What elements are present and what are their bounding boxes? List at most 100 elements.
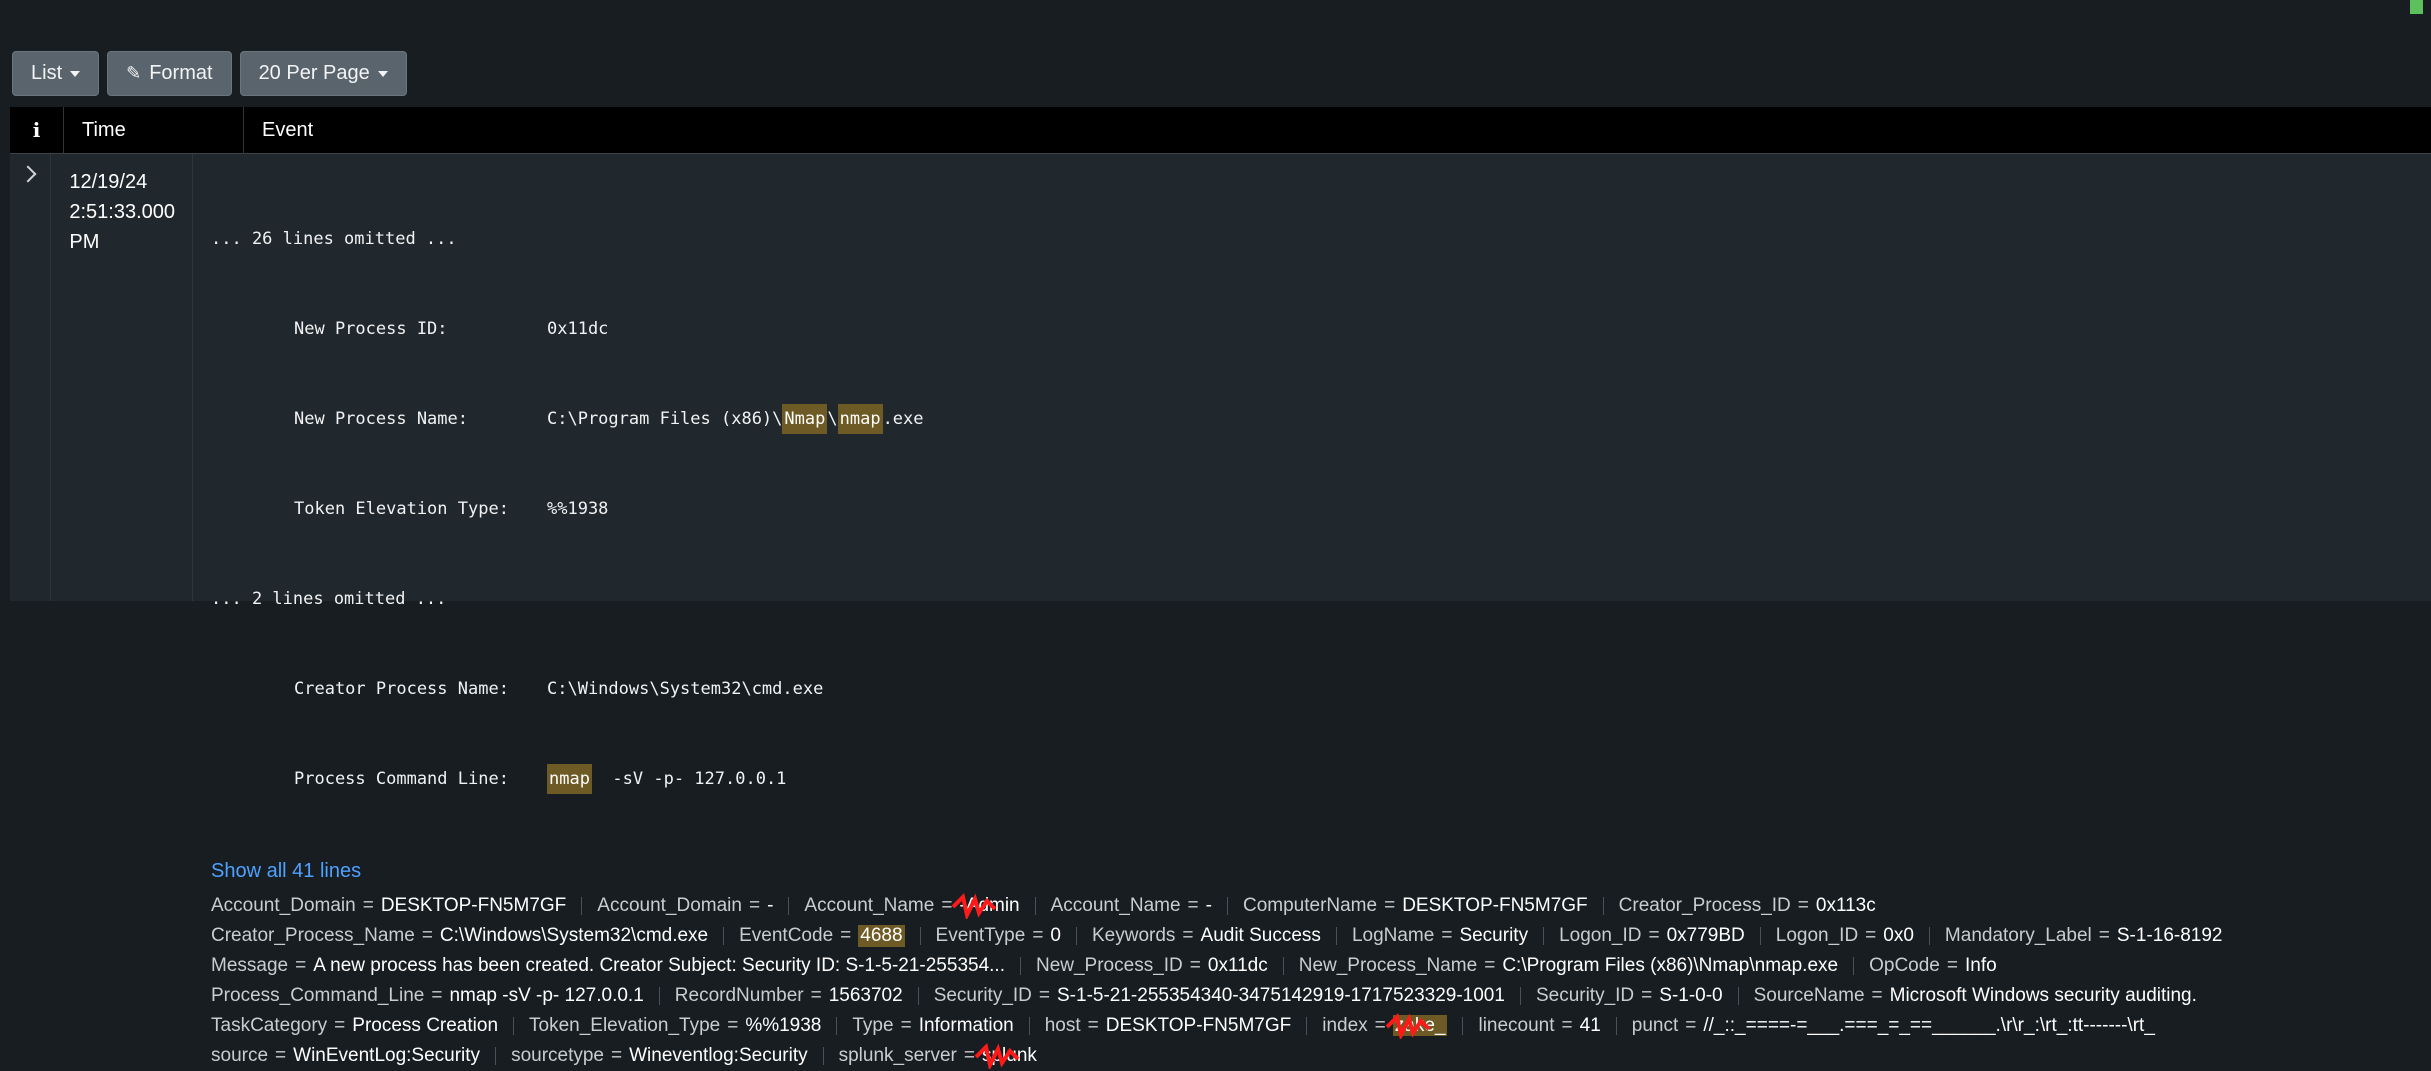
field-mandatory-label[interactable]: Mandatory_Label = S-1-16-8192 xyxy=(1945,925,2233,947)
field-linecount[interactable]: linecount = 41 xyxy=(1478,1015,1610,1037)
field-key[interactable]: Keywords xyxy=(1092,925,1175,947)
field-keywords[interactable]: Keywords = Audit Success xyxy=(1092,925,1331,947)
field-key[interactable]: punct xyxy=(1632,1015,1678,1037)
search-term-highlight[interactable]: Nmap xyxy=(782,404,828,434)
field-key[interactable]: EventCode xyxy=(739,925,833,947)
field-key[interactable]: RecordNumber xyxy=(675,985,804,1007)
field-key[interactable]: linecount xyxy=(1478,1015,1554,1037)
search-term-highlight[interactable]: nmap xyxy=(547,764,592,794)
field-key[interactable]: New_Process_Name xyxy=(1299,955,1477,977)
field-key[interactable]: ComputerName xyxy=(1243,895,1377,917)
field-value[interactable]: DESKTOP-FN5M7GF xyxy=(381,895,566,917)
field-key[interactable]: TaskCategory xyxy=(211,1015,327,1037)
field-value[interactable]: //_::_====-=___.===_=_==______.\r\r_:\rt… xyxy=(1703,1015,2155,1037)
field-account-domain[interactable]: Account_Domain = - xyxy=(597,895,783,917)
field-new-process-id[interactable]: New_Process_ID = 0x11dc xyxy=(1036,955,1278,977)
field-index[interactable]: index = zake_ xyxy=(1322,1013,1457,1039)
field-value[interactable]: - xyxy=(1206,895,1212,917)
field-key[interactable]: splunk_server xyxy=(839,1045,957,1067)
field-value[interactable]: 0x11dc xyxy=(1208,955,1268,977)
field-key[interactable]: Message xyxy=(211,955,288,977)
field-process-command-line[interactable]: Process_Command_Line = nmap -sV -p- 127.0.… xyxy=(211,985,654,1007)
field-logname[interactable]: LogName = Security xyxy=(1352,925,1538,947)
field-logon-id[interactable]: Logon_ID = 0x0 xyxy=(1776,925,1924,947)
field-recordnumber[interactable]: RecordNumber = 1563702 xyxy=(675,985,913,1007)
field-value[interactable]: S-1-5-21-255354340-3475142919-1717523329… xyxy=(1057,985,1505,1007)
field-value[interactable]: 0 xyxy=(1050,925,1061,947)
field-value[interactable]: Info xyxy=(1965,955,1997,977)
field-value[interactable]: DESKTOP-FN5M7GF xyxy=(1106,1015,1291,1037)
field-eventtype[interactable]: EventType = 0 xyxy=(936,925,1071,947)
field-value[interactable]: - xyxy=(767,895,773,917)
field-account-name[interactable]: Account_Name = -Admin xyxy=(804,893,1029,919)
field-value[interactable]: 4688 xyxy=(858,925,905,947)
field-splunk-server[interactable]: splunk_server = splunk xyxy=(839,1043,1047,1069)
field-value[interactable]: Wineventlog:Security xyxy=(629,1045,807,1067)
field-key[interactable]: New_Process_ID xyxy=(1036,955,1183,977)
field-logon-id[interactable]: Logon_ID = 0x779BD xyxy=(1559,925,1755,947)
field-key[interactable]: Process_Command_Line xyxy=(211,985,424,1007)
field-computername[interactable]: ComputerName = DESKTOP-FN5M7GF xyxy=(1243,895,1598,917)
field-value[interactable]: Process Creation xyxy=(352,1015,498,1037)
show-all-lines-link[interactable]: Show all 41 lines xyxy=(211,856,2431,886)
field-value[interactable]: 0x0 xyxy=(1883,925,1914,947)
field-value[interactable]: 41 xyxy=(1580,1015,1601,1037)
field-sourcetype[interactable]: sourcetype = Wineventlog:Security xyxy=(511,1045,818,1067)
field-key[interactable]: Type xyxy=(852,1015,893,1037)
field-value[interactable]: Microsoft Windows security auditing. xyxy=(1890,985,2197,1007)
field-value[interactable]: Security xyxy=(1459,925,1528,947)
event-column-header[interactable]: Event xyxy=(244,107,2431,153)
field-value[interactable]: WinEventLog:Security xyxy=(293,1045,480,1067)
field-account-domain[interactable]: Account_Domain = DESKTOP-FN5M7GF xyxy=(211,895,576,917)
field-key[interactable]: Logon_ID xyxy=(1776,925,1858,947)
field-value[interactable]: S-1-0-0 xyxy=(1659,985,1722,1007)
field-type[interactable]: Type = Information xyxy=(852,1015,1023,1037)
field-key[interactable]: Creator_Process_ID xyxy=(1619,895,1791,917)
field-message[interactable]: Message = A new process has been created. … xyxy=(211,955,1015,977)
field-key[interactable]: Logon_ID xyxy=(1559,925,1641,947)
field-value[interactable]: S-1-16-8192 xyxy=(2117,925,2223,947)
field-taskcategory[interactable]: TaskCategory = Process Creation xyxy=(211,1015,508,1037)
field-value[interactable]: Audit Success xyxy=(1201,925,1321,947)
list-view-button[interactable]: List xyxy=(12,51,100,96)
field-security-id[interactable]: Security_ID = S-1-0-0 xyxy=(1536,985,1733,1007)
field-value[interactable]: %%1938 xyxy=(745,1015,821,1037)
field-key[interactable]: SourceName xyxy=(1754,985,1865,1007)
field-key[interactable]: source xyxy=(211,1045,268,1067)
field-key[interactable]: LogName xyxy=(1352,925,1434,947)
search-term-highlight[interactable]: nmap xyxy=(837,404,883,434)
field-security-id[interactable]: Security_ID = S-1-5-21-255354340-347514291… xyxy=(934,985,1515,1007)
field-key[interactable]: sourcetype xyxy=(511,1045,604,1067)
field-sourcename[interactable]: SourceName = Microsoft Windows security au… xyxy=(1754,985,2207,1007)
field-value[interactable]: C:\Windows\System32\cmd.exe xyxy=(440,925,708,947)
field-key[interactable]: host xyxy=(1045,1015,1081,1037)
field-eventcode[interactable]: EventCode = 4688 xyxy=(739,925,914,947)
field-key[interactable]: Account_Name xyxy=(804,895,934,917)
field-opcode[interactable]: OpCode = Info xyxy=(1869,955,2007,977)
per-page-button[interactable]: 20 Per Page xyxy=(239,51,407,96)
field-value[interactable]: nmap -sV -p- 127.0.0.1 xyxy=(449,985,643,1007)
field-value[interactable]: C:\Program Files (x86)\Nmap\nmap.exe xyxy=(1502,955,1838,977)
field-key[interactable]: Creator_Process_Name xyxy=(211,925,415,947)
field-key[interactable]: Security_ID xyxy=(1536,985,1634,1007)
field-value[interactable]: 0x779BD xyxy=(1667,925,1745,947)
field-value[interactable]: Information xyxy=(919,1015,1014,1037)
format-button[interactable]: ✎ Format xyxy=(107,51,232,96)
field-key[interactable]: Mandatory_Label xyxy=(1945,925,2092,947)
field-key[interactable]: Security_ID xyxy=(934,985,1032,1007)
field-key[interactable]: Account_Domain xyxy=(211,895,356,917)
field-value[interactable]: 1563702 xyxy=(829,985,903,1007)
field-punct[interactable]: punct = //_::_====-=___.===_=_==______.\r\… xyxy=(1632,1015,2165,1037)
field-account-name[interactable]: Account_Name = - xyxy=(1051,895,1222,917)
field-key[interactable]: OpCode xyxy=(1869,955,1940,977)
field-value[interactable]: DESKTOP-FN5M7GF xyxy=(1402,895,1587,917)
time-column-header[interactable]: Time xyxy=(64,107,244,153)
field-key[interactable]: index xyxy=(1322,1015,1367,1037)
field-host[interactable]: host = DESKTOP-FN5M7GF xyxy=(1045,1015,1302,1037)
field-creator-process-name[interactable]: Creator_Process_Name = C:\Windows\System32… xyxy=(211,925,718,947)
field-source[interactable]: source = WinEventLog:Security xyxy=(211,1045,490,1067)
info-column-header[interactable]: i xyxy=(10,107,64,153)
field-key[interactable]: EventType xyxy=(936,925,1026,947)
expand-toggle[interactable] xyxy=(10,154,52,601)
field-token-elevation-type[interactable]: Token_Elevation_Type = %%1938 xyxy=(529,1015,831,1037)
